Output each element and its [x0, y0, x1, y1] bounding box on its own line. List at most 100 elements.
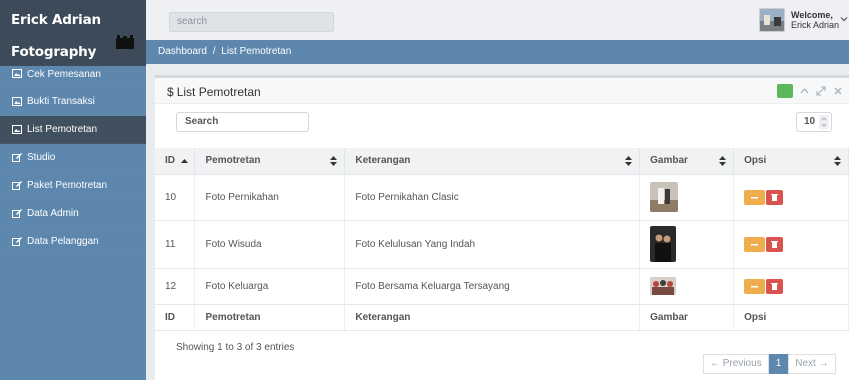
table-search-input[interactable]: Search [176, 112, 309, 132]
page-size-value: 10 [804, 116, 816, 127]
sidebar-item-paket-pemotretan[interactable]: Paket Pemotretan [0, 172, 146, 200]
panel-title-text: List Pemotretan [176, 85, 261, 99]
cell-gambar [639, 173, 735, 220]
photo-thumbnail[interactable] [650, 182, 679, 212]
column-header-opsi[interactable]: Opsi [733, 148, 849, 174]
edit-button[interactable] [744, 278, 766, 294]
sidebar-item-cek-pemesanan[interactable]: Cek Pemesanan [0, 66, 146, 88]
edit-icon [12, 209, 22, 218]
sort-icon[interactable] [719, 156, 727, 166]
pemotretan-table: ID Pemotretan Keterangan Gambar Opsi 10 … [155, 148, 849, 331]
cell-keterangan: Foto Pernikahan Clasic [344, 173, 641, 220]
sidebar-nav: Cek Pemesanan Bukti Transaksi List Pemot… [0, 66, 146, 256]
delete-button[interactable] [766, 236, 784, 252]
column-header-keterangan[interactable]: Keterangan [344, 148, 641, 174]
sidebar-item-studio[interactable]: Studio [0, 144, 146, 172]
column-header-id[interactable]: ID [155, 148, 196, 174]
top-bar: search Welcome, Erick Adrian [146, 0, 849, 40]
sidebar-item-label: Data Pelanggan [27, 236, 99, 247]
image-icon [12, 125, 22, 134]
sort-icon[interactable] [834, 156, 841, 166]
sidebar-item-bukti-transaksi[interactable]: Bukti Transaksi [0, 88, 146, 116]
breadcrumb: Dashboard / List Pemotretan [146, 40, 849, 64]
column-header-pemotretan[interactable]: Pemotretan [194, 148, 346, 174]
page-1-button[interactable]: 1 [768, 354, 789, 374]
column-label: Pemotretan [205, 155, 261, 167]
cell-pemotretan: Foto Wisuda [194, 219, 346, 268]
sort-icon[interactable] [625, 156, 633, 166]
cell-pemotretan: Foto Pernikahan [194, 173, 346, 220]
page-size-select[interactable]: 10 [796, 112, 832, 132]
user-name[interactable]: Erick Adrian [791, 20, 839, 30]
panel-header: $ List Pemotretan [155, 78, 849, 104]
table-header-row: ID Pemotretan Keterangan Gambar Opsi [155, 148, 849, 174]
add-button[interactable] [777, 84, 793, 98]
brand-title: Erick Adrian [11, 12, 101, 28]
cell-keterangan: Foto Bersama Keluarga Tersayang [344, 267, 641, 304]
column-label: ID [165, 155, 175, 167]
cell-opsi [733, 219, 849, 268]
cell-id: 11 [155, 219, 196, 268]
sidebar-item-label: List Pemotretan [27, 124, 98, 135]
cell-opsi [733, 173, 849, 220]
search-input[interactable]: search [169, 12, 334, 32]
panel-title: $ List Pemotretan [167, 85, 261, 99]
column-label: Opsi [744, 155, 767, 167]
sidebar-item-label: Paket Pemotretan [27, 180, 108, 191]
sort-icon[interactable] [330, 156, 338, 166]
column-label: Keterangan [355, 155, 411, 167]
previous-page-button[interactable]: ← Previous [703, 354, 769, 374]
column-header-gambar[interactable]: Gambar [639, 148, 735, 174]
welcome-text: Welcome, [791, 10, 833, 20]
breadcrumb-home[interactable]: Dashboard [158, 46, 207, 57]
image-icon [12, 97, 22, 106]
delete-button[interactable] [766, 278, 784, 294]
list-panel: $ List Pemotretan Search 10 ID Pemotretan… [155, 75, 849, 380]
cell-gambar [639, 267, 735, 304]
table-row: 10 Foto Pernikahan Foto Pernikahan Clasi… [155, 173, 849, 220]
pagination: ← Previous 1 Next → [703, 354, 836, 374]
chevron-down-icon[interactable] [840, 15, 848, 23]
delete-button[interactable] [766, 189, 784, 205]
footer-label-keterangan: Keterangan [344, 303, 641, 331]
edit-button[interactable] [744, 236, 766, 252]
avatar[interactable] [759, 8, 785, 32]
footer-label-pemotretan: Pemotretan [194, 303, 346, 331]
cell-id: 10 [155, 173, 196, 220]
camera-icon [116, 35, 134, 49]
cell-pemotretan: Foto Keluarga [194, 267, 346, 304]
next-page-button[interactable]: Next → [788, 354, 836, 374]
sidebar-item-data-admin[interactable]: Data Admin [0, 200, 146, 228]
brand[interactable]: Erick Adrian Fotography [0, 0, 146, 66]
column-label: Gambar [650, 155, 688, 167]
sidebar-item-list-pemotretan[interactable]: List Pemotretan [0, 116, 146, 144]
photo-thumbnail[interactable] [650, 277, 677, 295]
photo-thumbnail[interactable] [650, 226, 677, 262]
footer-label-opsi: Opsi [733, 303, 849, 331]
select-caret-icon [819, 115, 829, 129]
footer-label-id: ID [155, 303, 196, 331]
edit-icon [12, 153, 22, 162]
breadcrumb-separator: / [212, 46, 216, 57]
sort-asc-icon[interactable] [181, 156, 189, 166]
sidebar-item-data-pelanggan[interactable]: Data Pelanggan [0, 228, 146, 256]
close-icon[interactable] [834, 87, 842, 95]
edit-icon [12, 237, 22, 246]
collapse-icon[interactable] [800, 87, 809, 95]
edit-icon [12, 181, 22, 190]
table-row: 11 Foto Wisuda Foto Kelulusan Yang Indah [155, 219, 849, 268]
cell-keterangan: Foto Kelulusan Yang Indah [344, 219, 641, 268]
dollar-icon: $ [167, 85, 174, 99]
cell-gambar [639, 219, 735, 268]
table-info: Showing 1 to 3 of 3 entries [176, 342, 295, 353]
table-row: 12 Foto Keluarga Foto Bersama Keluarga T… [155, 267, 849, 304]
cell-opsi [733, 267, 849, 304]
sidebar-item-label: Data Admin [27, 208, 79, 219]
sidebar-item-label: Cek Pemesanan [27, 69, 101, 80]
image-icon [12, 69, 22, 78]
footer-label-gambar: Gambar [639, 303, 735, 331]
edit-button[interactable] [744, 189, 766, 205]
expand-icon[interactable] [816, 86, 826, 96]
sidebar-item-label: Bukti Transaksi [27, 96, 95, 107]
sidebar: Erick Adrian Fotography Cek Pemesanan Bu… [0, 0, 146, 380]
